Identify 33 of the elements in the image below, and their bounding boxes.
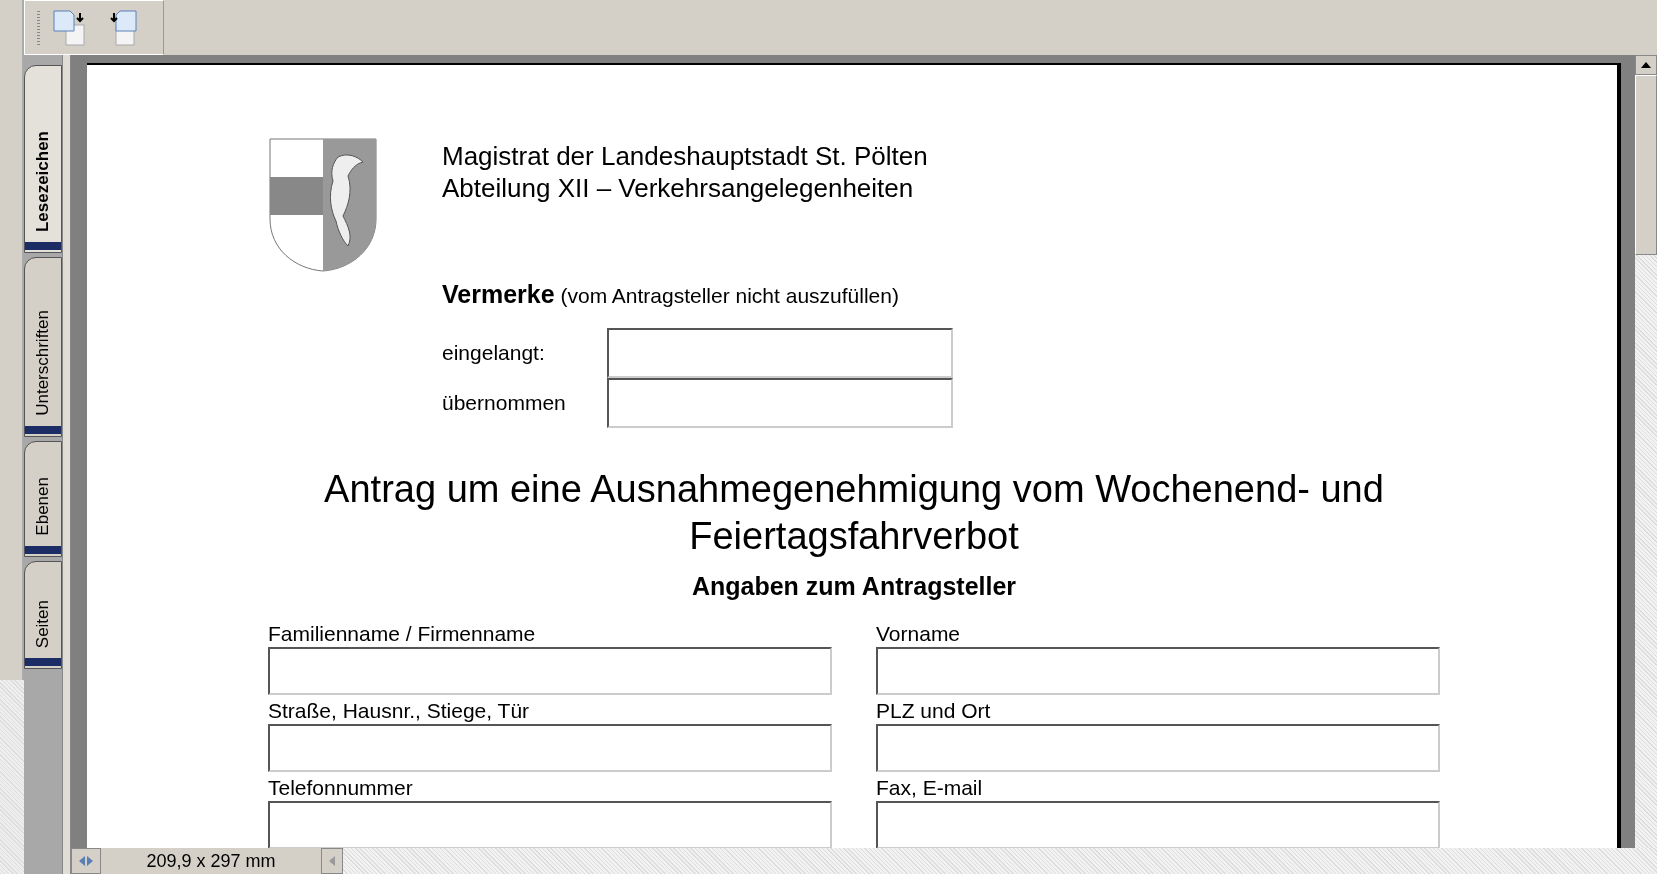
input-field[interactable] [268,801,832,848]
arrow-up-icon[interactable] [1635,55,1657,75]
coat-of-arms-icon [268,137,378,273]
section-heading: Angaben zum Antragsteller [691,570,1017,602]
input-field[interactable] [876,724,1440,772]
form-title: Antrag um eine Ausnahmegenehmigung vom Wochenend- und [324,466,1384,512]
field-label: Telefonnummer [268,775,414,801]
input-field[interactable] [876,801,1440,848]
field-label: PLZ und Ort [876,698,992,724]
header-line: Abteilung XII – Verkehrsangelegenheiten [442,172,915,204]
side-tab[interactable]: Lesezeichen [24,65,62,253]
remarks-heading: Vermerke (vom Antragsteller nicht auszufüllen) [442,279,900,310]
input-field[interactable] [268,724,832,772]
field-label: Fax, E-mail [876,775,984,801]
side-tab[interactable]: Unterschriften [24,257,62,437]
form-title: Feiertagsfahrverbot [689,513,1019,559]
scroll-thumb[interactable] [1635,75,1657,255]
input-field[interactable] [268,647,832,695]
page-size-label: 209,9 x 297 mm [101,848,321,874]
split-handle-icon[interactable] [77,855,95,867]
input-field[interactable] [607,377,953,428]
side-tab[interactable]: Seiten [24,561,62,669]
vertical-scrollbar[interactable] [1635,55,1657,848]
field-label: übernommen [442,389,567,416]
field-label: eingelangt: [442,339,546,366]
header-line: Magistrat der Landeshauptstadt St. Pölten [442,140,929,172]
panel-splitter[interactable] [62,55,71,874]
field-label: Vorname [876,621,962,647]
field-label: Straße, Hausnr., Stiege, Tür [268,698,531,724]
field-label: Familienname / Firmenname [268,621,537,647]
input-field[interactable] [876,647,1440,695]
input-field[interactable] [607,327,953,378]
side-tab[interactable]: Ebenen [24,441,62,557]
